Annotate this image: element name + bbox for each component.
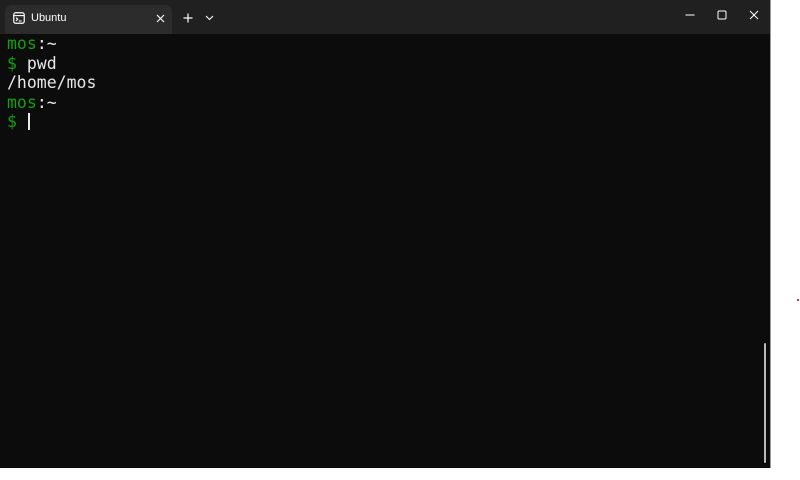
plus-icon	[183, 13, 193, 23]
terminal-icon	[13, 12, 25, 24]
tab-dropdown-button[interactable]	[199, 8, 219, 28]
terminal-output[interactable]: mos:~ $ pwd /home/mos mos:~ $	[0, 34, 770, 468]
prompt-symbol: $	[7, 53, 17, 73]
minimize-button[interactable]	[674, 0, 706, 30]
output-text: /home/mos	[7, 73, 97, 92]
close-icon	[749, 10, 759, 20]
prompt-user: mos	[7, 34, 37, 53]
command-line-active: $	[7, 112, 770, 132]
prompt-user: mos	[7, 92, 37, 112]
output-line: /home/mos	[7, 73, 770, 93]
text-cursor	[27, 113, 30, 130]
title-bar[interactable]: Ubuntu	[0, 0, 770, 34]
prompt-symbol: $	[7, 112, 17, 131]
new-tab-button[interactable]	[178, 8, 198, 28]
prompt-path: :~	[36, 92, 57, 112]
tab-ubuntu[interactable]: Ubuntu	[5, 5, 172, 34]
command-line: $ pwd	[7, 54, 770, 74]
stray-dot	[797, 299, 799, 301]
terminal-window: Ubuntu mos:~ $ pwd /home/mos mos:~ $	[0, 0, 770, 468]
window-border	[770, 0, 771, 468]
prompt-line: mos:~	[7, 93, 770, 113]
chevron-down-icon	[205, 15, 213, 21]
prompt-path: :~	[36, 34, 57, 53]
prompt-line: mos:~	[7, 34, 770, 54]
minimize-icon	[685, 14, 695, 16]
close-tab-button[interactable]	[153, 11, 167, 25]
command-text: pwd	[16, 53, 57, 73]
close-window-button[interactable]	[738, 0, 770, 30]
maximize-button[interactable]	[706, 0, 738, 30]
vertical-scrollbar[interactable]	[764, 343, 766, 463]
maximize-icon	[717, 10, 727, 20]
tab-title: Ubuntu	[31, 12, 67, 24]
command-input[interactable]	[17, 112, 27, 131]
close-icon	[156, 14, 164, 22]
